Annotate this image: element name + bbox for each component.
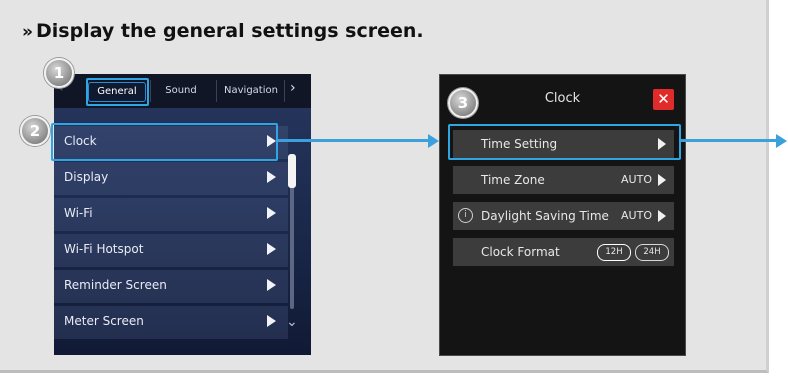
tab-navigation[interactable]: Navigation bbox=[220, 82, 282, 100]
general-settings-screen: ‹ General Sound Navigation › Clock Displ… bbox=[54, 74, 311, 355]
menu-item-reminder-screen[interactable]: Reminder Screen bbox=[54, 270, 288, 303]
menu-item-meter-screen[interactable]: Meter Screen bbox=[54, 306, 288, 339]
chevron-down-icon[interactable]: ⌄ bbox=[286, 314, 298, 330]
menu-item-label: Display bbox=[64, 170, 109, 184]
daylight-saving-value: AUTO bbox=[621, 209, 652, 222]
step-2-badge: 2 bbox=[20, 116, 50, 146]
arrow-right-icon bbox=[428, 134, 439, 148]
time-zone-label: Time Zone bbox=[481, 173, 545, 187]
play-arrow-icon bbox=[267, 171, 276, 183]
tab-divider bbox=[216, 80, 217, 102]
clock-format-row: Clock Format 12H 24H bbox=[453, 238, 674, 266]
double-chevron-icon: » bbox=[22, 22, 33, 42]
chevron-right-icon[interactable]: › bbox=[290, 80, 296, 96]
menu-item-wifi-hotspot[interactable]: Wi-Fi Hotspot bbox=[54, 234, 288, 267]
highlight-general-tab bbox=[86, 78, 149, 106]
menu-item-label: Meter Screen bbox=[64, 314, 144, 328]
info-icon[interactable]: i bbox=[458, 208, 473, 223]
daylight-saving-row[interactable]: i Daylight Saving Time AUTO bbox=[453, 202, 674, 230]
step-1-badge: 1 bbox=[44, 58, 74, 88]
play-arrow-icon bbox=[267, 279, 276, 291]
tab-divider bbox=[150, 80, 151, 102]
highlight-clock-item bbox=[51, 123, 278, 161]
menu-item-label: Wi-Fi bbox=[64, 206, 93, 220]
play-arrow-icon bbox=[267, 243, 276, 255]
play-arrow-icon bbox=[658, 174, 666, 186]
time-zone-value: AUTO bbox=[621, 173, 652, 186]
daylight-saving-label: Daylight Saving Time bbox=[481, 209, 609, 223]
format-12h-button[interactable]: 12H bbox=[597, 244, 631, 261]
clock-settings-screen: Clock ✕ Time Setting Time Zone AUTO i Da… bbox=[439, 74, 686, 356]
play-arrow-icon bbox=[267, 207, 276, 219]
arrow-right-icon bbox=[776, 134, 787, 148]
play-arrow-icon bbox=[267, 315, 276, 327]
tab-divider bbox=[284, 80, 285, 102]
menu-item-label: Reminder Screen bbox=[64, 278, 167, 292]
step-3-badge: 3 bbox=[448, 88, 478, 118]
page-title-text: Display the general settings screen. bbox=[35, 20, 424, 42]
scrollbar-thumb[interactable] bbox=[288, 154, 296, 188]
clock-format-label: Clock Format bbox=[481, 245, 560, 259]
highlight-time-setting bbox=[448, 124, 681, 160]
time-zone-row[interactable]: Time Zone AUTO bbox=[453, 166, 674, 194]
connector-arrow-line bbox=[679, 139, 780, 142]
connector-arrow-line bbox=[276, 139, 431, 142]
menu-item-label: Wi-Fi Hotspot bbox=[64, 242, 144, 256]
play-arrow-icon bbox=[658, 210, 666, 222]
page-title: » Display the general settings screen. bbox=[22, 20, 424, 42]
format-24h-button[interactable]: 24H bbox=[635, 244, 669, 261]
close-icon[interactable]: ✕ bbox=[653, 89, 674, 110]
menu-item-display[interactable]: Display bbox=[54, 162, 288, 195]
menu-item-wifi[interactable]: Wi-Fi bbox=[54, 198, 288, 231]
tab-sound[interactable]: Sound bbox=[154, 82, 208, 100]
